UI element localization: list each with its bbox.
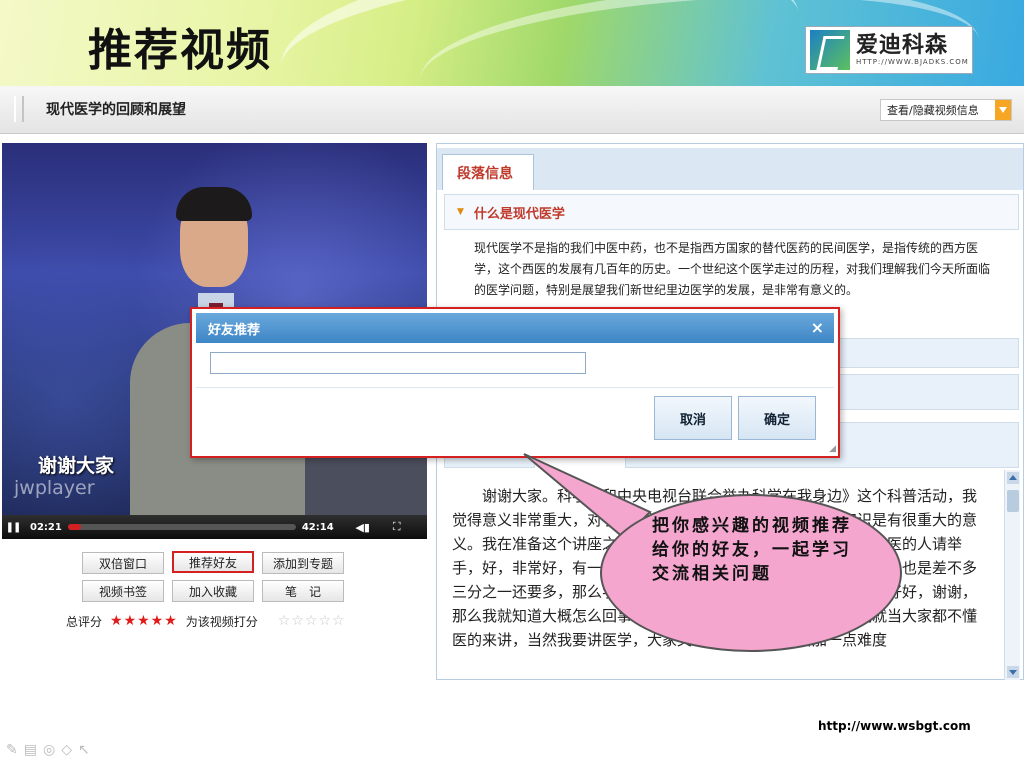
logo-url: HTTP://WWW.BJADKS.COM bbox=[856, 58, 969, 66]
volume-icon[interactable]: ◀▮ bbox=[340, 521, 386, 534]
seek-progress bbox=[67, 524, 81, 530]
slide-header: 推荐视频 爱迪科森 HTTP://WWW.BJADKS.COM bbox=[0, 0, 1024, 86]
player-controls: ❚❚ 02:21 42:14 ◀▮ ⛶ bbox=[2, 515, 427, 539]
slides-icon[interactable]: ▤ bbox=[24, 742, 37, 758]
total-time: 42:14 bbox=[301, 521, 334, 533]
scroll-up-icon[interactable] bbox=[1007, 472, 1019, 484]
rating-stars-icon: ★★★★★ bbox=[110, 613, 178, 629]
grip-icon bbox=[14, 96, 24, 122]
cancel-button[interactable]: 取消 bbox=[654, 396, 732, 440]
current-time: 02:21 bbox=[30, 521, 62, 533]
section-header[interactable]: ▼ 什么是现代医学 bbox=[444, 194, 1019, 230]
section-text: 现代医学不是指的我们中医中药，也不是指西方国家的替代医药的民间医学，是指传统的西… bbox=[474, 241, 990, 297]
resize-handle-icon[interactable]: ◢ bbox=[829, 444, 836, 454]
seek-bar[interactable] bbox=[67, 524, 296, 530]
presenter-hair bbox=[176, 187, 252, 221]
toggle-video-info-button[interactable]: 查看/隐藏视频信息 bbox=[880, 99, 1012, 121]
footer-url: http://www.wsbgt.com bbox=[818, 719, 971, 733]
triangle-down-icon: ▼ bbox=[457, 207, 464, 217]
pause-icon[interactable]: ❚❚ bbox=[2, 522, 24, 533]
fullscreen-icon[interactable]: ⛶ bbox=[386, 520, 408, 534]
logo-mark-icon bbox=[810, 30, 850, 70]
video-caption: 谢谢大家 bbox=[38, 455, 115, 477]
video-title: 现代医学的回顾和展望 bbox=[46, 102, 186, 118]
friend-input[interactable] bbox=[210, 352, 586, 374]
player-watermark: jwplayer bbox=[14, 477, 95, 499]
eraser-icon[interactable]: ◇ bbox=[61, 742, 72, 758]
pen-icon[interactable]: ✎ bbox=[6, 742, 18, 758]
close-icon[interactable]: × bbox=[811, 318, 824, 337]
add-to-topic-button[interactable]: 添加到专题 bbox=[262, 552, 344, 574]
dialog-divider bbox=[196, 387, 834, 388]
pointer-icon[interactable]: ↖ bbox=[78, 742, 90, 758]
double-window-button[interactable]: 双倍窗口 bbox=[82, 552, 164, 574]
dialog-title: 好友推荐 bbox=[208, 322, 261, 338]
section-title: 什么是现代医学 bbox=[473, 206, 565, 222]
confirm-button[interactable]: 确定 bbox=[738, 396, 816, 440]
brand-logo: 爱迪科森 HTTP://WWW.BJADKS.COM bbox=[805, 26, 973, 74]
slideshow-toolbar: ✎ ▤ ◎ ◇ ↖ bbox=[6, 742, 90, 758]
total-rating-label: 总评分 bbox=[66, 614, 103, 629]
rate-stars-input[interactable]: ☆☆☆☆☆ bbox=[278, 613, 346, 629]
slide-title: 推荐视频 bbox=[88, 25, 272, 76]
recommend-friend-button[interactable]: 推荐好友 bbox=[172, 551, 254, 573]
callout-text: 把你感兴趣的视频推荐给你的好友，一起学习交流相关问题 bbox=[652, 516, 852, 584]
recommend-friend-dialog: 好友推荐 × 取消 确定 ◢ bbox=[190, 307, 840, 458]
chevron-down-icon bbox=[995, 100, 1011, 120]
dialog-header: 好友推荐 × bbox=[196, 313, 834, 343]
app-title-bar: 现代医学的回顾和展望 bbox=[0, 86, 1024, 134]
scroll-down-icon[interactable] bbox=[1007, 666, 1019, 678]
zoom-icon[interactable]: ◎ bbox=[43, 742, 55, 758]
rating-row: 总评分 ★★★★★ 为该视频打分 ☆☆☆☆☆ bbox=[66, 612, 346, 630]
logo-name: 爱迪科森 bbox=[856, 33, 949, 58]
toggle-video-info-label: 查看/隐藏视频信息 bbox=[887, 104, 979, 117]
scroll-thumb[interactable] bbox=[1007, 490, 1019, 512]
transcript-scrollbar[interactable] bbox=[1004, 470, 1020, 680]
rate-video-label: 为该视频打分 bbox=[185, 614, 258, 629]
video-bookmark-button[interactable]: 视频书签 bbox=[82, 580, 164, 602]
add-favorite-button[interactable]: 加入收藏 bbox=[172, 580, 254, 602]
notes-button[interactable]: 笔 记 bbox=[262, 580, 344, 602]
tab-paragraph-info[interactable]: 段落信息 bbox=[442, 154, 534, 190]
